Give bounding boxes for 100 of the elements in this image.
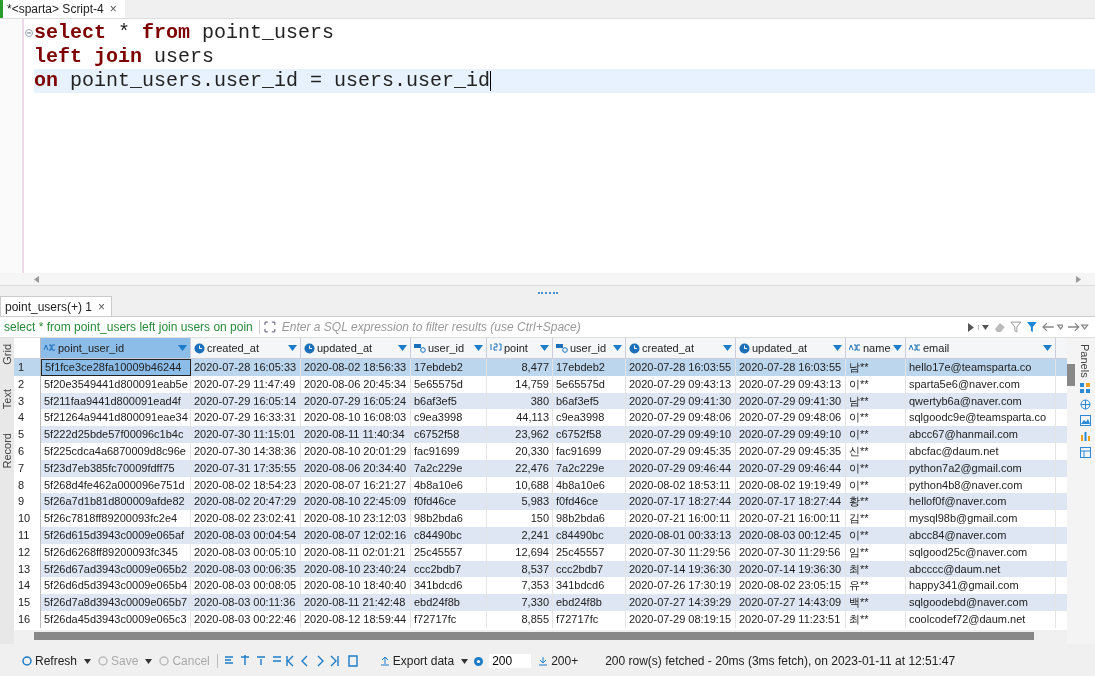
table-cell: 2020-07-27 14:39:29 (626, 594, 736, 611)
table-cell: f72717fc (553, 610, 626, 628)
vertical-scrollbar[interactable] (1067, 364, 1075, 386)
table-cell: sqlgoodebd@naver.com (906, 594, 1056, 611)
table-cell: 2020-07-28 16:03:55 (736, 359, 846, 376)
table-cell: 8,855 (487, 610, 553, 628)
apply-filter-icon[interactable] (967, 322, 974, 332)
sort-caret-icon[interactable] (833, 345, 842, 351)
sort-caret-icon[interactable] (474, 345, 483, 351)
image-icon[interactable] (1079, 414, 1091, 426)
back-arrow-icon[interactable] (1041, 322, 1064, 332)
number-column-icon (490, 343, 502, 353)
key-column-icon (556, 343, 568, 353)
table-cell: 2020-07-29 09:45:35 (626, 443, 736, 460)
chart-icon[interactable] (1079, 430, 1091, 442)
side-tab[interactable]: Record (1, 432, 13, 469)
column-header[interactable]: updated_at (301, 338, 411, 358)
forward-arrow-icon[interactable] (1067, 322, 1089, 332)
table-cell: 5f225cdca4a6870009d8c96e (41, 443, 191, 460)
button-icon (159, 656, 170, 666)
row-number[interactable]: 15 (14, 594, 41, 611)
column-header[interactable]: name (846, 338, 906, 358)
column-header[interactable]: email (906, 338, 1056, 358)
history-dropdown-icon[interactable] (977, 324, 989, 330)
column-header[interactable]: point_user_id (41, 338, 191, 358)
scroll-right-icon[interactable] (1076, 275, 1081, 283)
fetch-all-button[interactable]: 200+ (536, 654, 581, 668)
grid-panel-icon[interactable] (1079, 382, 1091, 394)
table-cell: 2020-08-11 02:01:21 (301, 543, 411, 561)
filter-icon[interactable] (1010, 321, 1023, 333)
close-icon[interactable]: × (98, 299, 106, 314)
dropdown-caret-icon[interactable] (145, 658, 153, 664)
table-cell: 5f20e3549441d800091eab5e (41, 375, 191, 393)
table-cell: 2020-08-02 18:56:33 (301, 359, 411, 376)
table-cell: 2020-07-29 09:43:13 (736, 375, 846, 393)
text-column-icon (909, 344, 921, 352)
column-header[interactable]: created_at (626, 338, 736, 358)
dropdown-caret-icon[interactable] (84, 658, 92, 664)
table-cell: c6752f58 (411, 426, 487, 443)
sql-editor[interactable]: select * from point_users left join users on point_users.user_id = users.user_id (0, 18, 1095, 273)
toolbar-button[interactable]: Refresh (20, 654, 80, 668)
sort-caret-icon[interactable] (613, 345, 622, 351)
column-header[interactable]: point (487, 338, 553, 358)
row-number[interactable]: 5 (14, 426, 41, 443)
table-cell: sparta5e6@naver.com (906, 375, 1056, 393)
table-cell: 20,330 (487, 443, 553, 460)
table-cell: 25c45557 (553, 543, 626, 561)
horizontal-scrollbar[interactable] (0, 273, 1095, 286)
side-tab[interactable]: Text (1, 388, 13, 409)
filter-icon[interactable] (1026, 321, 1038, 333)
download-icon (538, 656, 549, 666)
sort-caret-icon[interactable] (398, 345, 407, 351)
column-header[interactable]: updated_at (736, 338, 846, 358)
code-line: left join users (34, 45, 216, 69)
table-cell: 7,330 (487, 594, 553, 611)
clock-icon (629, 342, 640, 354)
side-tab[interactable]: Grid (1, 344, 13, 365)
table-cell: 백** (846, 594, 906, 611)
text-cursor (490, 70, 492, 91)
table-cell: 2020-07-29 09:43:13 (626, 375, 736, 393)
grid-corner[interactable] (14, 338, 41, 358)
sort-caret-icon[interactable] (1043, 345, 1052, 351)
results-tab[interactable]: point_users(+) 1 × (0, 296, 113, 316)
dropdown-caret-icon[interactable] (461, 658, 469, 664)
editor-tab[interactable]: *<sparta> Script-4 × (0, 0, 125, 18)
table-cell: 98b2bda6 (411, 510, 487, 527)
table-icon[interactable] (1079, 446, 1091, 458)
close-icon[interactable]: × (109, 2, 117, 16)
expand-icon[interactable] (264, 321, 276, 333)
sort-caret-icon[interactable] (288, 345, 297, 351)
table-cell: abcc84@naver.com (906, 526, 1056, 544)
column-header[interactable]: created_at (191, 338, 301, 358)
table-cell: 2020-08-03 00:22:46 (191, 610, 301, 628)
table-cell: 2020-07-29 08:19:15 (626, 610, 736, 628)
table-cell: 2020-08-12 18:59:44 (301, 610, 411, 628)
row-number[interactable]: 9 (14, 493, 41, 511)
sort-caret-icon[interactable] (540, 345, 549, 351)
sort-caret-icon[interactable] (723, 345, 732, 351)
text-column-icon (44, 344, 56, 352)
table-cell: 김** (846, 510, 906, 527)
export-button[interactable]: Export data (377, 654, 457, 668)
table-cell: 임** (846, 543, 906, 561)
column-header[interactable]: user_id (553, 338, 626, 358)
table-cell: 2020-08-06 20:34:40 (301, 459, 411, 477)
panels-tab[interactable]: Panels (1079, 344, 1091, 378)
code-line: select * from point_users (34, 21, 336, 45)
table-cell: 2020-08-03 00:11:36 (191, 594, 301, 611)
scroll-left-icon[interactable] (34, 275, 39, 283)
globe-icon[interactable] (1079, 398, 1091, 410)
table-cell: 5f26da45d3943c0009e065c3 (41, 610, 191, 628)
sort-caret-icon[interactable] (893, 345, 902, 351)
fetch-size-field[interactable]: 200 (489, 654, 532, 668)
fold-icon[interactable] (25, 29, 33, 37)
table-cell: 2020-07-29 11:23:51 (736, 610, 846, 628)
column-header[interactable]: user_id (411, 338, 487, 358)
table-cell: fac91699 (411, 443, 487, 460)
table-cell: 2020-08-01 00:33:13 (626, 526, 736, 544)
table-cell: 2020-07-31 17:35:55 (191, 459, 301, 477)
sort-caret-icon[interactable] (178, 345, 187, 351)
settings-icon[interactable] (473, 655, 485, 667)
